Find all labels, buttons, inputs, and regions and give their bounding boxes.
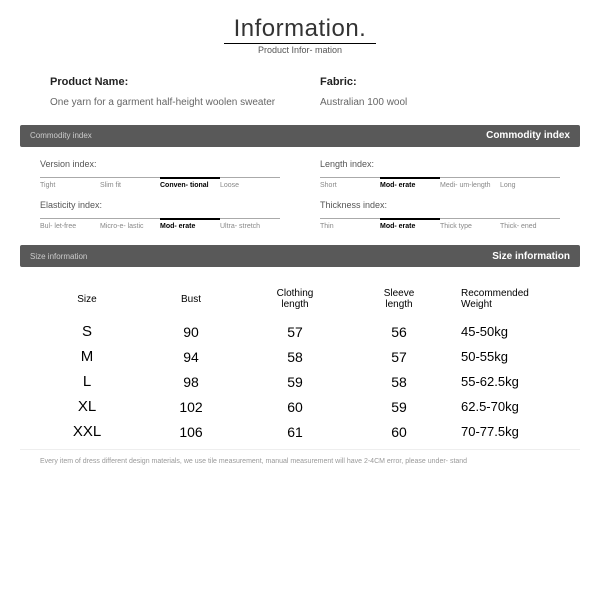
table-cell: S [35,323,139,340]
table-cell: 61 [243,424,347,440]
table-cell: 50-55kg [451,349,565,364]
bar-right-label: Size information [492,251,570,262]
index-title: Elasticity index: [40,200,280,210]
table-cell: 56 [347,324,451,340]
table-cell: 102 [139,399,243,415]
table-row: L98595855-62.5kg [35,369,565,394]
index-group: Version index: TightSlim fitConven- tiona… [40,159,280,190]
index-title: Thickness index: [320,200,560,210]
index-title: Length index: [320,159,560,169]
table-row: M94585750-55kg [35,344,565,369]
table-cell: 57 [347,349,451,365]
table-row: XXL106616070-77.5kg [35,419,565,444]
index-scale: ThinMod- erateThick typeThick- ened [320,218,560,231]
fabric-value: Australian 100 wool [320,96,550,110]
table-cell: XXL [35,423,139,440]
table-header-cell: Sleeve length [347,288,451,315]
index-option: Slim fit [100,178,160,190]
index-option: Bul- let-free [40,219,100,231]
index-title: Version index: [40,159,280,169]
table-cell: 55-62.5kg [451,374,565,389]
index-group: Length index: ShortMod- erateMedi- um-len… [320,159,560,190]
table-cell: 58 [243,349,347,365]
index-option: Short [320,178,380,190]
table-cell: 45-50kg [451,324,565,339]
table-cell: 106 [139,424,243,440]
fabric-label: Fabric: [320,76,550,88]
table-header-cell: Clothing length [243,288,347,315]
table-cell: 59 [243,374,347,390]
table-cell: L [35,373,139,390]
index-option: Thick type [440,219,500,231]
index-option: Mod- erate [380,218,440,231]
product-name-block: Product Name: One yarn for a garment hal… [50,76,280,110]
bar-right-label: Commodity index [486,130,570,141]
table-header-cell: Size [35,294,139,310]
page-title: Information. [224,15,377,44]
index-option: Mod- erate [380,177,440,190]
index-scale: Bul- let-freeMicro-e- lasticMod- erateUl… [40,218,280,231]
index-option: Thick- ened [500,219,560,231]
bar-left-label: Size information [30,252,87,261]
table-header-row: SizeBustClothing lengthSleeve lengthReco… [35,284,565,319]
table-cell: 58 [347,374,451,390]
table-cell: 57 [243,324,347,340]
table-cell: 90 [139,324,243,340]
table-cell: 70-77.5kg [451,424,565,439]
index-option: Mod- erate [160,218,220,231]
index-scale: TightSlim fitConven- tionalLoose [40,177,280,190]
table-row: XL102605962.5-70kg [35,394,565,419]
table-cell: 62.5-70kg [451,399,565,414]
index-group: Elasticity index: Bul- let-freeMicro-e- l… [40,200,280,231]
index-option: Long [500,178,560,190]
table-cell: 59 [347,399,451,415]
index-option: Thin [320,219,380,231]
table-header-cell: Bust [139,294,243,310]
table-cell: 98 [139,374,243,390]
index-option: Ultra- stretch [220,219,280,231]
table-row: S90575645-50kg [35,319,565,344]
bar-left-label: Commodity index [30,131,92,140]
index-grid: Version index: TightSlim fitConven- tiona… [20,159,580,245]
product-info: Product Name: One yarn for a garment hal… [20,71,580,125]
page-subtitle: Product Infor- mation [20,46,580,56]
index-option: Tight [40,178,100,190]
table-header-cell: Recommended Weight [451,288,565,315]
table-cell: 94 [139,349,243,365]
header: Information. Product Infor- mation [20,15,580,56]
index-group: Thickness index: ThinMod- erateThick type… [320,200,560,231]
table-cell: XL [35,398,139,415]
commodity-index-bar: Commodity index Commodity index [20,125,580,147]
table-cell: M [35,348,139,365]
index-option: Medi- um-length [440,178,500,190]
product-name-label: Product Name: [50,76,280,88]
measurement-note: Every item of dress different design mat… [20,449,580,466]
index-option: Micro-e- lastic [100,219,160,231]
index-scale: ShortMod- erateMedi- um-lengthLong [320,177,560,190]
index-option: Loose [220,178,280,190]
index-option: Conven- tional [160,177,220,190]
product-name-value: One yarn for a garment half-height woole… [50,96,280,110]
size-info-bar: Size information Size information [20,245,580,267]
size-table: SizeBustClothing lengthSleeve lengthReco… [20,279,580,444]
table-cell: 60 [243,399,347,415]
fabric-block: Fabric: Australian 100 wool [320,76,550,110]
table-cell: 60 [347,424,451,440]
